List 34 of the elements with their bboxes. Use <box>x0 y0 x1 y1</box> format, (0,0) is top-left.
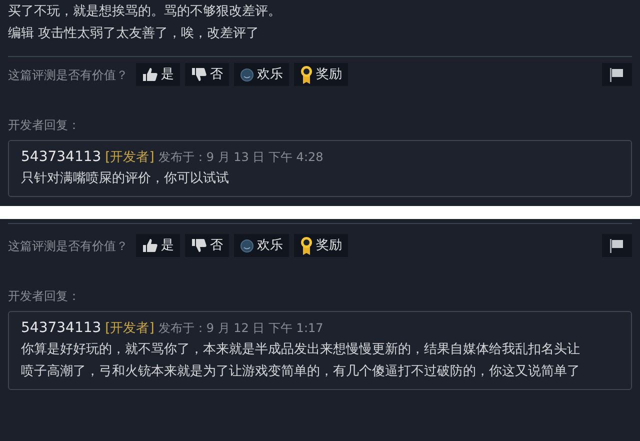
thumbs-up-icon <box>142 67 158 82</box>
award-medal-icon <box>300 236 313 256</box>
smiley-icon <box>240 238 254 252</box>
reply-timestamp: 发布于：9 月 13 日 下午 4:28 <box>158 149 324 166</box>
vote-button[interactable]: 欢乐 <box>234 234 289 257</box>
thumbs-down-icon <box>191 67 207 82</box>
smiley-icon <box>240 68 254 82</box>
vote-prompt: 这篇评测是否有价值？ <box>8 66 128 84</box>
developer-response-heading: 开发者回复： <box>8 288 81 305</box>
developer-label: [开发者] <box>105 149 154 167</box>
thumbs-up-icon <box>142 238 158 253</box>
vote-button[interactable]: 否 <box>185 63 229 86</box>
reply-author: 543734113 <box>21 319 102 338</box>
reply-text: 只针对满嘴喷屎的评价，你可以试试 <box>21 170 230 188</box>
vote-button[interactable]: 是 <box>136 63 180 86</box>
flag-icon <box>609 238 625 252</box>
report-flag-button[interactable] <box>602 234 632 257</box>
reply-author: 543734113 <box>21 148 102 167</box>
reply-text: 你算是好好玩的，就不骂你了，本来就是半成品发出来想慢慢更新的，结果自媒体给我乱扣名头让喷子高潮了，弓和火铳本来就是为了让游戏变简单的，有几个傻逼打不过破防的，你这又说简单了 <box>21 341 581 381</box>
thumbs-down-icon <box>191 238 207 253</box>
developer-label: [开发者] <box>105 320 154 338</box>
vote-button[interactable]: 欢乐 <box>234 63 289 86</box>
developer-response-heading: 开发者回复： <box>8 117 81 134</box>
review-text-line: 编辑 攻击性太弱了太友善了，唉，改差评了 <box>8 25 260 43</box>
reply-timestamp: 发布于：9 月 12 日 下午 1:17 <box>158 320 324 337</box>
vote-button[interactable]: 奖励 <box>294 63 348 86</box>
vote-button[interactable]: 奖励 <box>294 234 348 257</box>
review-text-line: 买了不玩，就是想挨骂的。骂的不够狠改差评。 <box>8 3 282 21</box>
vote-button[interactable]: 是 <box>136 234 180 257</box>
vote-button[interactable]: 否 <box>185 234 229 257</box>
flag-icon <box>609 68 625 82</box>
report-flag-button[interactable] <box>602 63 632 86</box>
vote-prompt: 这篇评测是否有价值？ <box>8 238 128 254</box>
award-medal-icon <box>300 64 313 84</box>
